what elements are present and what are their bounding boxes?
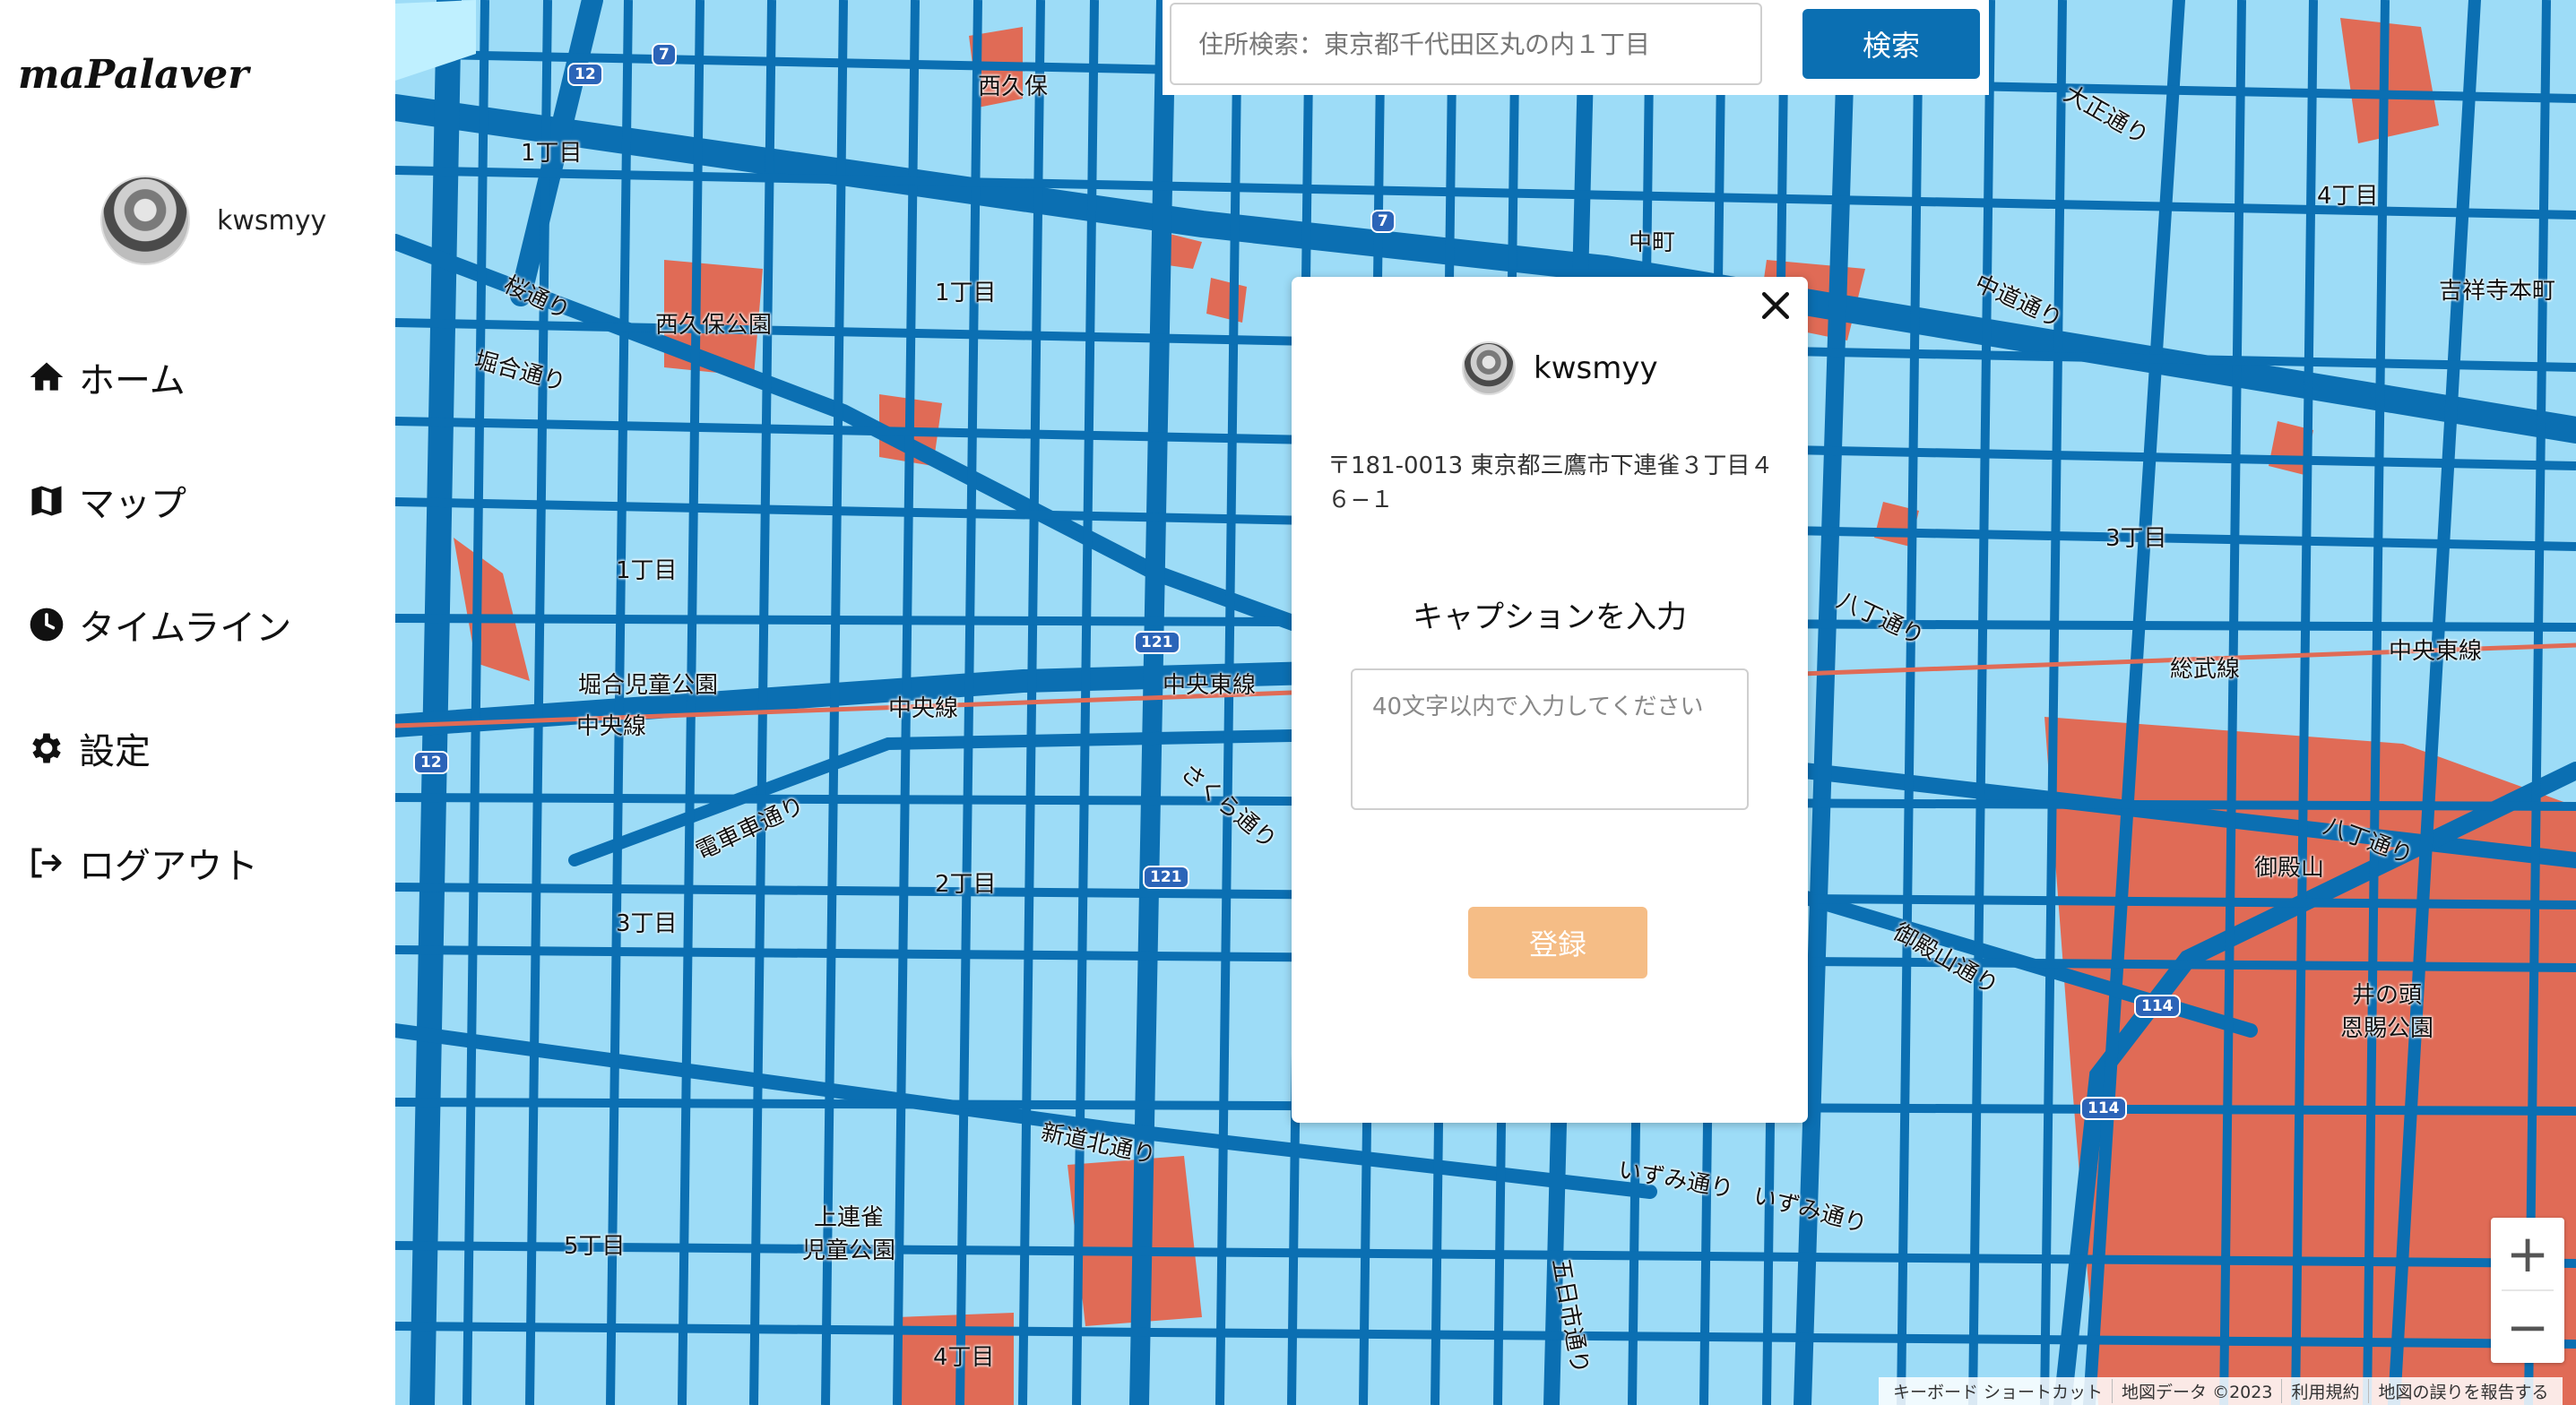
close-icon[interactable] <box>1756 286 1795 325</box>
map-label: 中央線 <box>576 713 647 740</box>
map-label: 1丁目 <box>616 557 678 584</box>
map-label: 3丁目 <box>616 910 678 937</box>
map-label: 1丁目 <box>521 140 583 167</box>
caption-input[interactable] <box>1351 668 1749 810</box>
modal-username: kwsmyy <box>1534 350 1658 386</box>
route-badge: 7 <box>1370 210 1396 233</box>
route-badge: 121 <box>1134 631 1180 654</box>
zoom-controls: + − <box>2491 1218 2564 1363</box>
terms-link[interactable]: 利用規約 <box>2281 1379 2368 1403</box>
clock-icon <box>30 608 64 642</box>
nav-item-label: ホーム <box>79 360 186 401</box>
map-label: 中央東線 <box>1163 672 1257 699</box>
nav-item-timeline[interactable]: タイムライン <box>27 599 291 651</box>
map-icon <box>31 486 62 516</box>
post-modal: kwsmyy 〒181-0013 東京都三鷹市下連雀３丁目４６−１ キャプション… <box>1292 277 1808 1123</box>
logout-icon <box>31 848 62 878</box>
map-label: 1丁目 <box>935 280 997 306</box>
sidebar: maPalaver kwsmyy ホーム マップ タイムライン 設定 ログアウト <box>0 0 395 1405</box>
zoom-in-button[interactable]: + <box>2491 1218 2564 1289</box>
nav-item-settings[interactable]: 設定 <box>27 722 151 774</box>
gear-icon <box>32 733 61 763</box>
home-icon <box>30 362 64 391</box>
map-label: 御殿山 <box>2254 855 2325 882</box>
map-label: 4丁目 <box>2317 183 2379 210</box>
modal-address: 〒181-0013 東京都三鷹市下連雀３丁目４６−１ <box>1327 453 1774 513</box>
map-label: 上連雀 児童公園 <box>802 1204 896 1264</box>
nav-item-map[interactable]: マップ <box>27 475 186 527</box>
report-error-link[interactable]: 地図の誤りを報告する <box>2368 1379 2557 1403</box>
map-label: 中央東線 <box>2389 638 2483 665</box>
route-badge: 7 <box>652 43 677 66</box>
avatar[interactable] <box>100 176 190 265</box>
map-label: 2丁目 <box>935 871 997 898</box>
profile-username: kwsmyy <box>217 204 327 237</box>
map-label: 西久保 <box>978 73 1049 100</box>
register-button[interactable]: 登録 <box>1468 907 1647 978</box>
map-label: 3丁目 <box>2105 525 2167 552</box>
map-attribution: キーボード ショートカット 地図データ ©2023 利用規約 地図の誤りを報告す… <box>1879 1377 2563 1405</box>
keyboard-shortcuts-link[interactable]: キーボード ショートカット <box>1884 1379 2112 1403</box>
zoom-out-button[interactable]: − <box>2491 1291 2564 1363</box>
route-badge: 114 <box>2134 995 2181 1018</box>
map-label: 吉祥寺本町 <box>2439 278 2556 305</box>
map-label: 井の頭 恩賜公園 <box>2340 982 2434 1042</box>
route-badge: 12 <box>567 63 603 86</box>
nav-item-label: マップ <box>79 484 186 525</box>
map-label: 堀合児童公園 <box>578 672 719 699</box>
nav-item-label: タイムライン <box>79 608 292 649</box>
map-label: 中町 <box>1629 229 1676 256</box>
search-input[interactable] <box>1170 3 1762 85</box>
route-badge: 12 <box>413 751 449 774</box>
map-label: 中央線 <box>888 695 959 722</box>
map-data-text: 地図データ ©2023 <box>2112 1379 2281 1403</box>
profile-summary[interactable]: kwsmyy <box>100 176 326 265</box>
map-label: 5丁目 <box>564 1233 626 1260</box>
route-badge: 121 <box>1143 866 1189 889</box>
map-label: 総武線 <box>2170 656 2241 683</box>
modal-user: kwsmyy <box>1462 341 1658 395</box>
nav-item-logout[interactable]: ログアウト <box>27 837 258 889</box>
avatar <box>1462 341 1516 395</box>
route-badge: 114 <box>2080 1097 2127 1120</box>
nav-item-label: ログアウト <box>79 846 258 887</box>
search-button[interactable]: 検索 <box>1802 9 1980 79</box>
caption-title: キャプションを入力 <box>1413 599 1687 635</box>
map-label: 4丁目 <box>933 1344 995 1371</box>
search-panel: 検索 <box>1163 0 1989 95</box>
nav-item-home[interactable]: ホーム <box>27 351 186 403</box>
nav-item-label: 設定 <box>79 731 151 772</box>
app-logo[interactable]: maPalaver <box>18 52 248 98</box>
map-label: 西久保公園 <box>655 312 773 339</box>
